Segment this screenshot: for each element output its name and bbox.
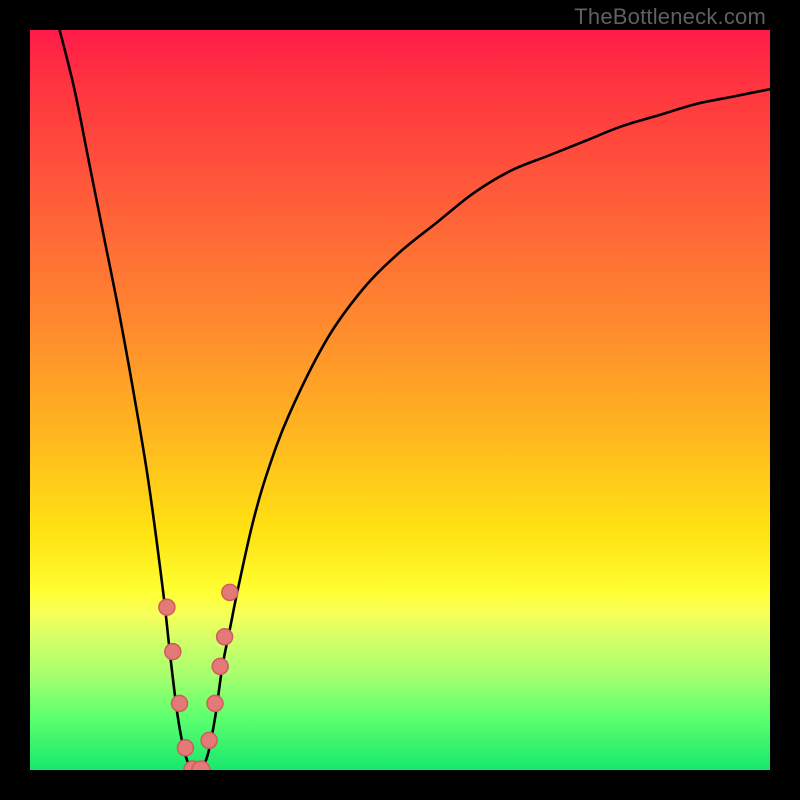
data-point bbox=[201, 732, 217, 748]
data-point bbox=[222, 584, 238, 600]
chart-frame: TheBottleneck.com bbox=[0, 0, 800, 800]
data-point bbox=[212, 658, 228, 674]
data-point bbox=[207, 695, 223, 711]
data-point bbox=[165, 644, 181, 660]
chart-svg bbox=[30, 30, 770, 770]
watermark-text: TheBottleneck.com bbox=[574, 4, 766, 30]
data-point bbox=[159, 599, 175, 615]
data-points bbox=[159, 584, 238, 770]
data-point bbox=[177, 740, 193, 756]
bottleneck-curve bbox=[60, 30, 770, 770]
data-point bbox=[172, 695, 188, 711]
data-point bbox=[217, 629, 233, 645]
plot-area bbox=[30, 30, 770, 770]
